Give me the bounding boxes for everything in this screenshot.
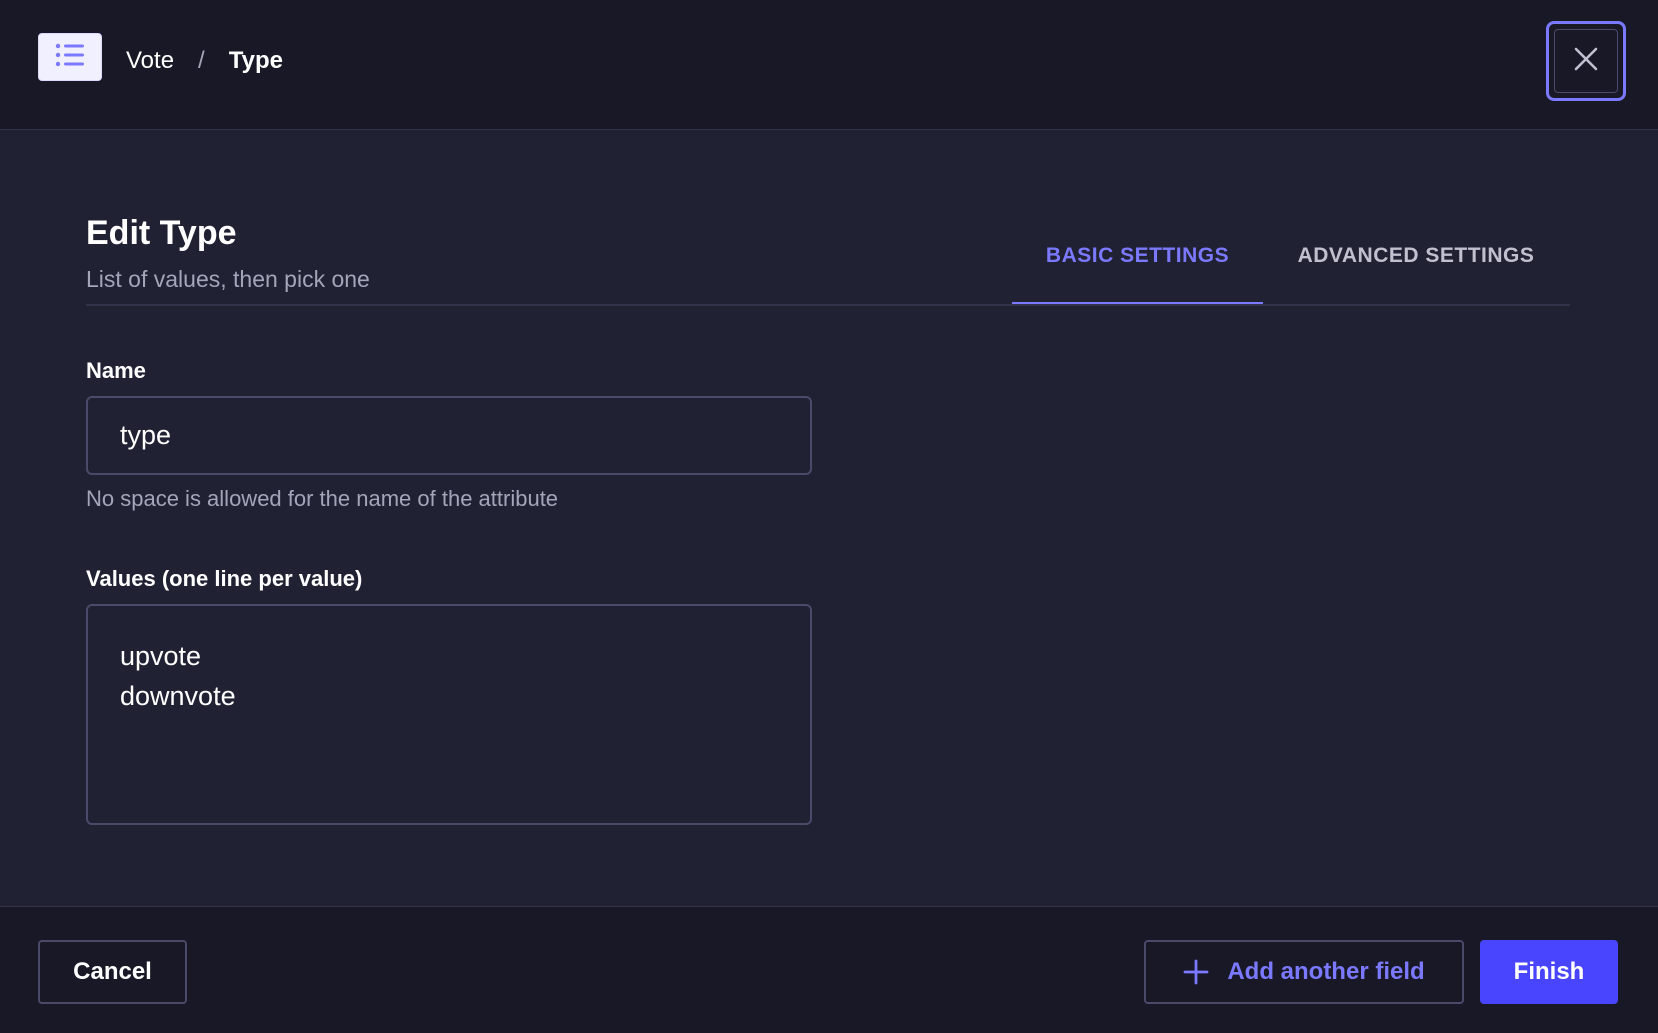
tabs-divider <box>86 304 1570 306</box>
cancel-button[interactable]: Cancel <box>38 940 187 1004</box>
name-hint: No space is allowed for the name of the … <box>86 486 559 511</box>
modal-footer: Cancel Add another field Finish <box>0 906 1658 1033</box>
breadcrumb: Vote / Type <box>126 44 283 78</box>
edit-field-modal: Vote / Type Edit Type List of values, th… <box>0 0 1658 1033</box>
modal-subtitle: List of values, then pick one <box>86 266 370 292</box>
add-another-field-label: Add another field <box>1227 958 1425 985</box>
breadcrumb-current: Type <box>228 47 283 74</box>
finish-button-label: Finish <box>1513 958 1585 985</box>
close-icon <box>1573 46 1599 77</box>
breadcrumb-separator: / <box>198 47 205 74</box>
close-button[interactable] <box>1546 21 1626 101</box>
field-type-badge <box>38 33 102 81</box>
add-another-field-button[interactable]: Add another field <box>1144 940 1464 1004</box>
name-input[interactable] <box>86 396 812 475</box>
plus-icon <box>1183 959 1209 985</box>
list-icon <box>55 42 85 73</box>
values-textarea[interactable]: upvote downvote <box>86 604 812 825</box>
finish-button[interactable]: Finish <box>1480 940 1618 1004</box>
modal-header: Vote / Type <box>0 0 1658 130</box>
values-label: Values (one line per value) <box>86 566 363 591</box>
name-label: Name <box>86 358 146 383</box>
cancel-button-label: Cancel <box>73 958 152 985</box>
tab-basic-settings[interactable]: BASIC SETTINGS <box>1012 228 1263 306</box>
close-button-inner <box>1554 29 1618 93</box>
breadcrumb-parent: Vote <box>126 47 175 74</box>
modal-title: Edit Type <box>86 214 237 252</box>
tab-advanced-settings[interactable]: ADVANCED SETTINGS <box>1263 228 1569 306</box>
